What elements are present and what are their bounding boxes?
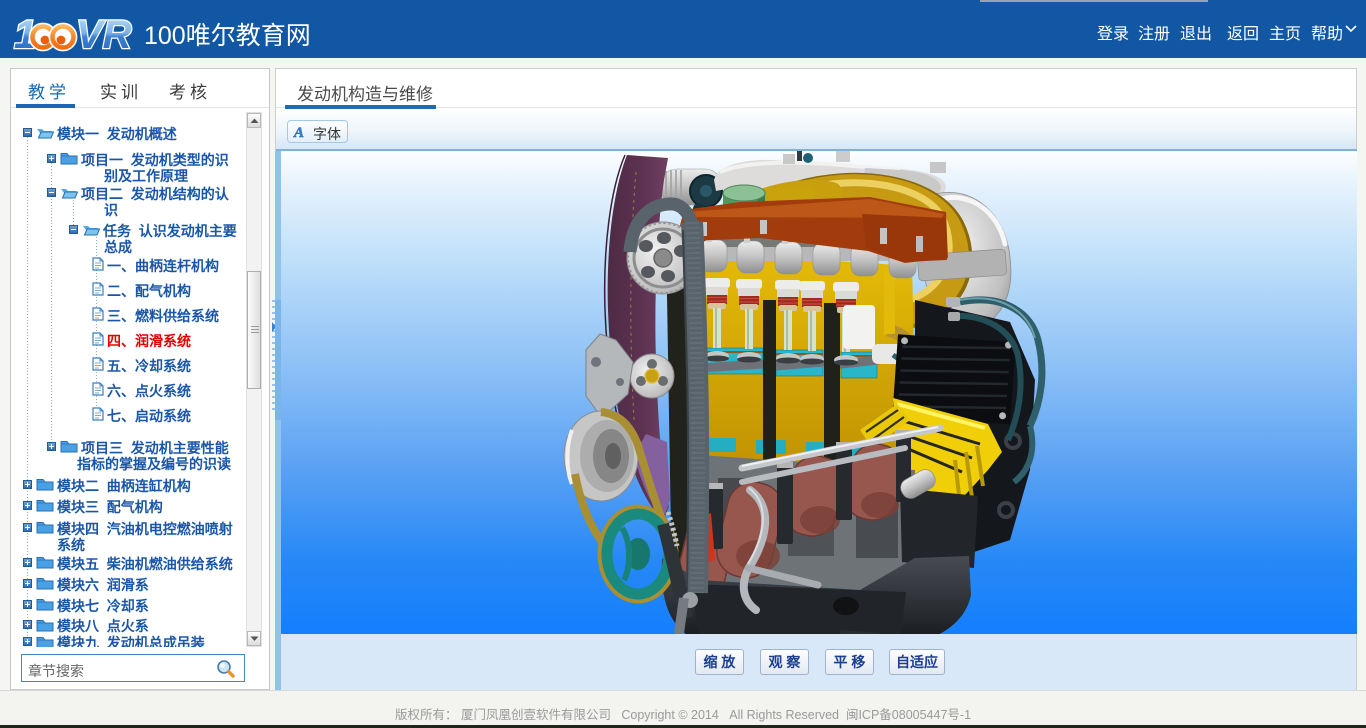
svg-text:VR: VR (76, 13, 132, 54)
svg-text:A: A (293, 125, 304, 140)
